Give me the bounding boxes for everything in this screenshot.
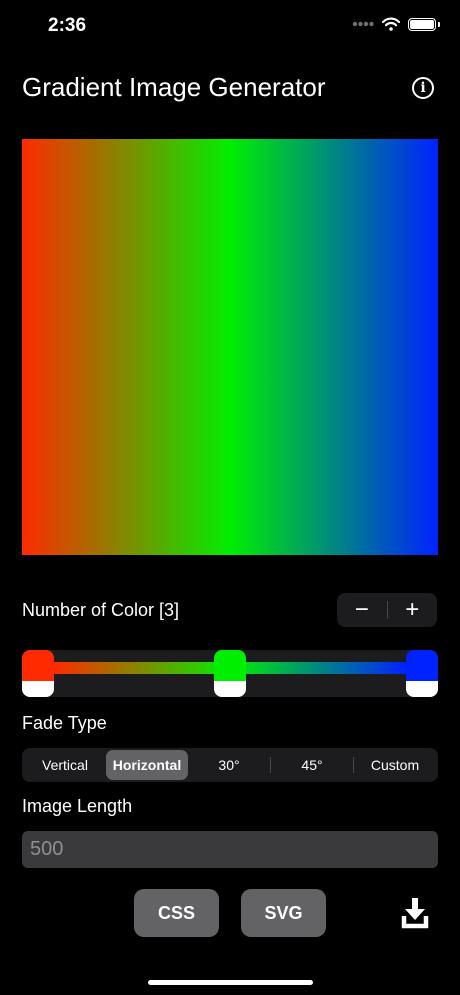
fade-option-45[interactable]: 45° <box>271 750 353 780</box>
gradient-preview <box>22 139 438 555</box>
number-of-color-label: Number of Color [3] <box>22 600 180 620</box>
svg-button[interactable]: SVG <box>241 889 326 937</box>
fade-option-30[interactable]: 30° <box>188 750 270 780</box>
color-stop-handle-1[interactable] <box>22 650 54 697</box>
status-time: 2:36 <box>48 15 87 36</box>
fade-option-custom[interactable]: Custom <box>354 750 436 780</box>
battery-icon <box>408 17 436 31</box>
battery-cap <box>438 21 440 27</box>
color-stop-handle-2[interactable] <box>214 650 246 697</box>
color-count-stepper: − + <box>337 593 437 627</box>
download-icon[interactable] <box>401 896 429 930</box>
color-stop-handle-3[interactable] <box>406 650 438 697</box>
image-length-label: Image Length <box>22 796 133 816</box>
home-indicator <box>148 980 313 985</box>
css-button[interactable]: CSS <box>134 889 219 937</box>
decrement-button[interactable]: − <box>337 593 387 627</box>
page-title: Gradient Image Generator <box>22 72 326 102</box>
fade-type-segmented-control: Vertical Horizontal 30° 45° Custom <box>22 748 438 782</box>
wifi-icon <box>382 17 400 31</box>
info-icon[interactable]: i <box>412 77 434 99</box>
increment-button[interactable]: + <box>388 593 438 627</box>
fade-option-horizontal[interactable]: Horizontal <box>106 750 188 780</box>
image-length-input[interactable]: 500 <box>22 831 438 868</box>
status-icons <box>352 17 440 31</box>
fade-type-label: Fade Type <box>22 713 107 733</box>
fade-option-vertical[interactable]: Vertical <box>24 750 106 780</box>
signal-icon <box>352 21 374 27</box>
